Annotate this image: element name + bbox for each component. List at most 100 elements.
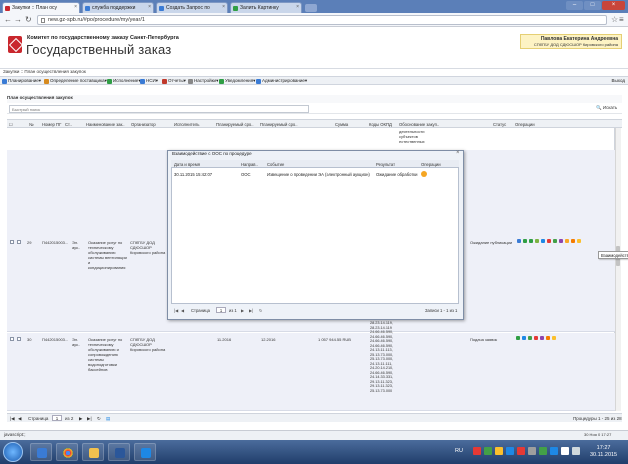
tray-icon[interactable] bbox=[506, 447, 514, 455]
tray-icon[interactable] bbox=[473, 447, 481, 455]
export-icon[interactable]: ▤ bbox=[106, 416, 110, 422]
browser-tab-upload-image[interactable]: Залить Картинку × bbox=[230, 2, 302, 13]
menu-execution[interactable]: Исполнение▾ bbox=[107, 78, 141, 84]
quick-search-input[interactable] bbox=[9, 105, 309, 113]
taskbar-app-chrome[interactable] bbox=[56, 443, 78, 461]
row-plan-number[interactable]: П442015003... bbox=[42, 337, 68, 342]
copy-icon[interactable] bbox=[541, 239, 545, 243]
col-result[interactable]: Результат bbox=[376, 162, 395, 167]
forward-icon[interactable]: → bbox=[14, 15, 22, 24]
refresh-icon[interactable]: ↻ bbox=[97, 416, 101, 422]
menu-nsi[interactable]: НСИ▾ bbox=[140, 78, 158, 84]
col-procurement-name[interactable]: Наименование зак.. bbox=[86, 122, 125, 127]
maximize-icon[interactable]: □ bbox=[584, 1, 601, 10]
menu-administration[interactable]: Администрирование▾ bbox=[256, 78, 307, 84]
col-status[interactable]: Статус bbox=[493, 122, 506, 127]
col-event[interactable]: Событие bbox=[267, 162, 284, 167]
check-icon[interactable] bbox=[535, 239, 539, 243]
col-planned-date-2[interactable]: Планируемый сро.. bbox=[260, 122, 298, 127]
network-icon[interactable] bbox=[550, 447, 558, 455]
col-stage[interactable]: Ст.. bbox=[65, 122, 72, 127]
menu-icon[interactable]: ≡ bbox=[619, 15, 624, 24]
search-button[interactable]: 🔍 Искать bbox=[596, 105, 617, 111]
close-icon[interactable]: × bbox=[74, 4, 77, 10]
play-icon[interactable] bbox=[553, 239, 557, 243]
document-icon[interactable] bbox=[565, 239, 569, 243]
ooc-exchange-icon[interactable] bbox=[552, 336, 556, 340]
back-icon[interactable]: ← bbox=[4, 15, 12, 24]
delete-icon[interactable] bbox=[534, 336, 538, 340]
tray-icon[interactable] bbox=[517, 447, 525, 455]
col-justification[interactable]: Обоснование закуп.. bbox=[399, 122, 439, 127]
col-executor[interactable]: Исполнитель bbox=[174, 122, 199, 127]
col-num[interactable]: № bbox=[29, 122, 34, 127]
edit-icon[interactable] bbox=[522, 336, 526, 340]
menu-settings[interactable]: Настройки▾ bbox=[188, 78, 218, 84]
col-sum[interactable]: Сумма bbox=[335, 122, 348, 127]
tray-icon[interactable] bbox=[539, 447, 547, 455]
tray-icon[interactable] bbox=[495, 447, 503, 455]
page-number-input[interactable]: 1 bbox=[216, 307, 226, 313]
close-icon[interactable]: × bbox=[222, 4, 225, 10]
windows-start-icon[interactable] bbox=[3, 442, 23, 462]
menu-notifications[interactable]: Уведомления▾ bbox=[219, 78, 255, 84]
tray-icon[interactable] bbox=[528, 447, 536, 455]
row-plan-number[interactable]: П442015003... bbox=[42, 240, 68, 245]
next-page-icon[interactable]: ▶ bbox=[79, 416, 82, 422]
check-icon[interactable] bbox=[516, 336, 520, 340]
first-page-icon[interactable]: |◀ bbox=[10, 416, 15, 422]
user-info-box[interactable]: Павлова Екатерина Андреевна СПбГБУ ДОД С… bbox=[520, 34, 622, 49]
col-organizer[interactable]: Организатор bbox=[131, 122, 156, 127]
taskbar-app-ie[interactable] bbox=[30, 443, 52, 461]
grid-scrollbar[interactable] bbox=[615, 128, 621, 411]
taskbar-app-explorer[interactable] bbox=[82, 443, 104, 461]
row-select-icon[interactable] bbox=[10, 337, 14, 341]
check-icon[interactable] bbox=[523, 239, 527, 243]
col-operations[interactable]: Операции bbox=[515, 122, 535, 127]
next-page-icon[interactable]: ▶ bbox=[241, 308, 244, 313]
close-window-icon[interactable]: × bbox=[602, 1, 625, 10]
url-input[interactable]: new.gz-spb.ru/#po/procedure/my/year/1 bbox=[37, 15, 607, 25]
volume-icon[interactable] bbox=[572, 447, 580, 455]
copy-icon[interactable] bbox=[528, 336, 532, 340]
row-checkbox[interactable] bbox=[17, 240, 21, 244]
menu-planning[interactable]: Планирование▾ bbox=[2, 78, 41, 84]
history-icon[interactable] bbox=[559, 239, 563, 243]
history-icon[interactable] bbox=[540, 336, 544, 340]
reload-icon[interactable]: ↻ bbox=[25, 15, 32, 24]
col-planned-date-1[interactable]: Планируемый сро.. bbox=[216, 122, 254, 127]
bookmark-star-icon[interactable]: ☆ bbox=[611, 15, 618, 24]
browser-tab-support[interactable]: служба поддержки × bbox=[82, 2, 154, 13]
first-page-icon[interactable]: |◀ bbox=[174, 308, 178, 313]
flag-icon[interactable] bbox=[561, 447, 569, 455]
col-okpd-codes[interactable]: Коды ОКПД bbox=[369, 122, 392, 127]
document-icon[interactable] bbox=[546, 336, 550, 340]
menu-supplier-selection[interactable]: Определение поставщика▾ bbox=[44, 78, 107, 84]
col-plan-number[interactable]: Номер ПГ bbox=[42, 122, 61, 127]
last-page-icon[interactable]: ▶| bbox=[249, 308, 253, 313]
close-icon[interactable]: × bbox=[148, 4, 151, 10]
taskbar-app-ie2[interactable] bbox=[134, 443, 156, 461]
row-checkbox[interactable] bbox=[17, 337, 21, 341]
event-details-icon[interactable] bbox=[421, 171, 427, 177]
close-icon[interactable]: × bbox=[296, 4, 299, 10]
browser-tab-zakupki[interactable]: Закупки :: План осу × bbox=[2, 2, 80, 13]
ooc-interaction-icon[interactable] bbox=[571, 239, 575, 243]
row-select-icon[interactable] bbox=[10, 240, 14, 244]
col-operations[interactable]: Операции bbox=[421, 162, 441, 167]
ooc-exchange-icon[interactable] bbox=[577, 239, 581, 243]
delete-icon[interactable] bbox=[547, 239, 551, 243]
edit-icon[interactable] bbox=[517, 239, 521, 243]
last-page-icon[interactable]: ▶| bbox=[87, 416, 92, 422]
refresh-icon[interactable]: ↻ bbox=[259, 308, 263, 313]
taskbar-app-word[interactable] bbox=[108, 443, 130, 461]
taskbar-clock[interactable]: 17:27 30.11.2015 bbox=[590, 445, 617, 459]
prev-page-icon[interactable]: ◀ bbox=[18, 416, 21, 422]
minimize-icon[interactable]: – bbox=[566, 1, 583, 10]
prev-page-icon[interactable]: ◀ bbox=[181, 308, 184, 313]
new-tab-button[interactable] bbox=[305, 4, 317, 12]
page-number-input[interactable]: 1 bbox=[52, 415, 62, 421]
menu-reports[interactable]: Отчеты▾ bbox=[162, 78, 186, 84]
col-datetime[interactable]: Дата и время bbox=[174, 162, 200, 167]
col-direction[interactable]: Направ.. bbox=[241, 162, 258, 167]
